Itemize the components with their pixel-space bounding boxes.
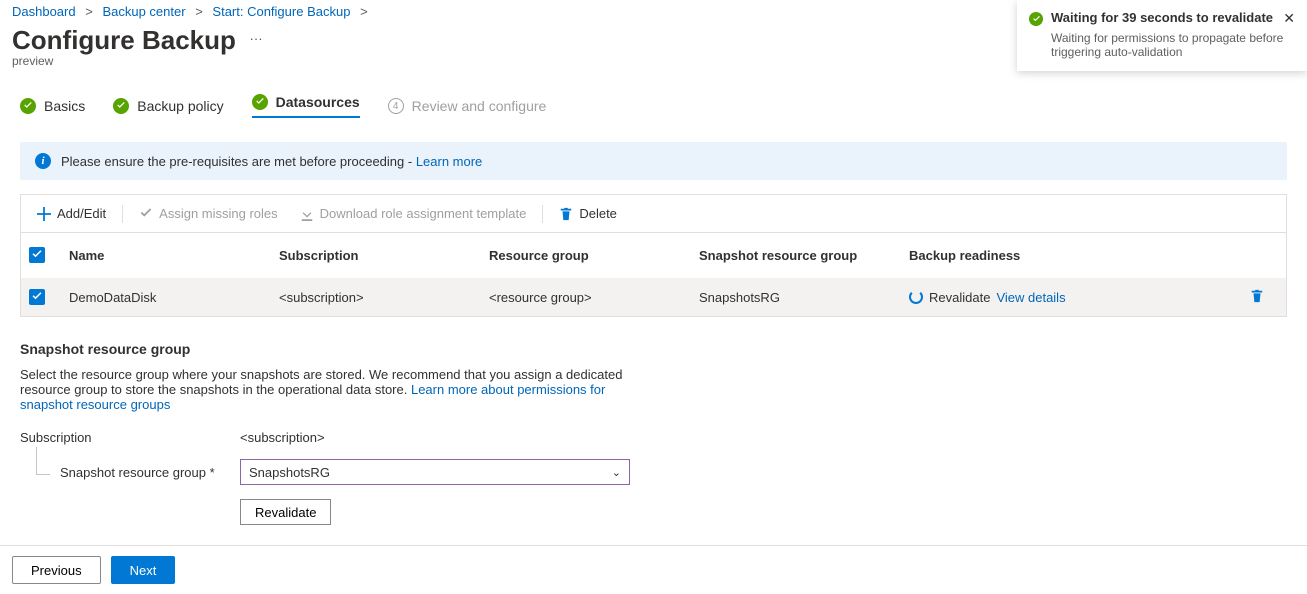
tab-label: Backup policy bbox=[137, 98, 223, 114]
download-template-button: Download role assignment template bbox=[290, 201, 537, 226]
info-banner: i Please ensure the pre-requisites are m… bbox=[20, 142, 1287, 180]
trash-icon bbox=[1250, 289, 1264, 303]
col-name: Name bbox=[61, 244, 271, 267]
plus-icon bbox=[37, 207, 51, 221]
tab-datasources[interactable]: Datasources bbox=[252, 94, 360, 118]
button-label: Download role assignment template bbox=[320, 206, 527, 221]
check-icon bbox=[139, 207, 153, 221]
more-menu-icon[interactable]: ··· bbox=[250, 31, 263, 46]
notification-toast: Waiting for 39 seconds to revalidate ✕ W… bbox=[1017, 0, 1307, 71]
toast-title: Waiting for 39 seconds to revalidate bbox=[1051, 10, 1275, 25]
chevron-right-icon: > bbox=[360, 4, 368, 19]
chevron-down-icon: ⌄ bbox=[612, 466, 621, 479]
check-icon bbox=[113, 98, 129, 114]
col-resource-group: Resource group bbox=[481, 244, 691, 267]
snapshot-rg-dropdown[interactable]: SnapshotsRG ⌄ bbox=[240, 459, 630, 485]
check-icon bbox=[20, 98, 36, 114]
check-icon bbox=[252, 94, 268, 110]
button-label: Delete bbox=[579, 206, 617, 221]
table-header: Name Subscription Resource group Snapsho… bbox=[21, 233, 1286, 278]
section-title: Snapshot resource group bbox=[20, 341, 1287, 357]
dropdown-value: SnapshotsRG bbox=[249, 465, 330, 480]
previous-button[interactable]: Previous bbox=[12, 556, 101, 584]
tree-elbow-icon bbox=[36, 447, 50, 475]
assign-roles-button: Assign missing roles bbox=[129, 201, 288, 226]
step-tabs: Basics Backup policy Datasources 4 Revie… bbox=[0, 68, 1307, 128]
add-edit-button[interactable]: Add/Edit bbox=[27, 201, 116, 226]
breadcrumb-dashboard[interactable]: Dashboard bbox=[12, 4, 76, 19]
revalidate-text: Revalidate bbox=[929, 290, 990, 305]
delete-button[interactable]: Delete bbox=[549, 201, 627, 226]
tab-basics[interactable]: Basics bbox=[20, 98, 85, 114]
table-row[interactable]: DemoDataDisk <subscription> <resource gr… bbox=[21, 278, 1286, 316]
info-text: Please ensure the pre-requisites are met… bbox=[61, 154, 416, 169]
select-all-checkbox[interactable] bbox=[29, 247, 45, 263]
view-details-link[interactable]: View details bbox=[996, 290, 1065, 305]
cell-subscription: <subscription> bbox=[271, 286, 481, 309]
breadcrumb-start-configure[interactable]: Start: Configure Backup bbox=[212, 4, 350, 19]
snapshot-form: Subscription <subscription> Snapshot res… bbox=[20, 430, 1287, 525]
tab-label: Review and configure bbox=[412, 98, 547, 114]
info-icon: i bbox=[35, 153, 51, 169]
toast-body: Waiting for permissions to propagate bef… bbox=[1029, 31, 1295, 59]
tab-label: Basics bbox=[44, 98, 85, 114]
separator bbox=[122, 205, 123, 223]
cell-name: DemoDataDisk bbox=[61, 286, 271, 309]
col-snapshot-rg: Snapshot resource group bbox=[691, 244, 901, 267]
separator bbox=[542, 205, 543, 223]
button-label: Assign missing roles bbox=[159, 206, 278, 221]
page-title: Configure Backup bbox=[12, 25, 236, 56]
subscription-label: Subscription bbox=[20, 430, 240, 445]
download-icon bbox=[300, 207, 314, 221]
section-description: Select the resource group where your sna… bbox=[20, 367, 660, 412]
subscription-value: <subscription> bbox=[240, 430, 325, 445]
footer: Previous Next bbox=[0, 545, 1307, 594]
button-label: Add/Edit bbox=[57, 206, 106, 221]
toolbar: Add/Edit Assign missing roles Download r… bbox=[21, 195, 1286, 233]
loading-icon bbox=[909, 290, 923, 304]
tab-backup-policy[interactable]: Backup policy bbox=[113, 98, 223, 114]
next-button[interactable]: Next bbox=[111, 556, 176, 584]
close-icon[interactable]: ✕ bbox=[1283, 10, 1295, 27]
revalidate-button[interactable]: Revalidate bbox=[240, 499, 331, 525]
learn-more-link[interactable]: Learn more bbox=[416, 154, 482, 169]
tab-review: 4 Review and configure bbox=[388, 98, 547, 114]
step-number-icon: 4 bbox=[388, 98, 404, 114]
row-checkbox[interactable] bbox=[29, 289, 45, 305]
chevron-right-icon: > bbox=[195, 4, 203, 19]
trash-icon bbox=[559, 207, 573, 221]
cell-readiness: Revalidate View details bbox=[909, 290, 1066, 305]
breadcrumb-backup-center[interactable]: Backup center bbox=[102, 4, 185, 19]
success-icon bbox=[1029, 12, 1043, 26]
cell-resource-group: <resource group> bbox=[481, 286, 691, 309]
datasource-panel: Add/Edit Assign missing roles Download r… bbox=[20, 194, 1287, 317]
cell-snapshot-rg: SnapshotsRG bbox=[691, 286, 901, 309]
snapshot-rg-label: Snapshot resource group * bbox=[20, 465, 240, 480]
delete-row-icon[interactable] bbox=[1250, 289, 1278, 306]
col-readiness: Backup readiness bbox=[901, 244, 1286, 267]
chevron-right-icon: > bbox=[85, 4, 93, 19]
col-subscription: Subscription bbox=[271, 244, 481, 267]
tab-label: Datasources bbox=[276, 94, 360, 110]
